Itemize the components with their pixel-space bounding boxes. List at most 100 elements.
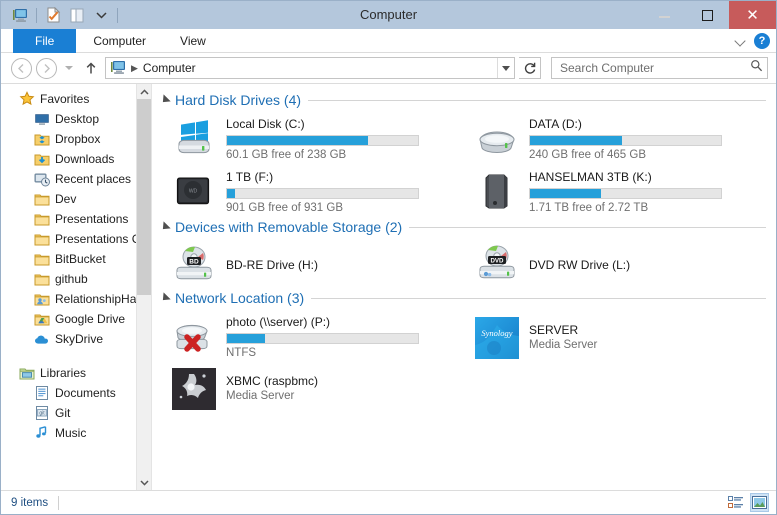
search-input[interactable]: Search Computer: [560, 61, 750, 75]
sidebar-item-dropbox[interactable]: Dropbox: [1, 129, 151, 149]
breadcrumb-history-chevron-icon[interactable]: [497, 58, 514, 78]
drive-name: XBMC (raspbmc): [226, 374, 319, 388]
synology-logo-icon: Synology: [473, 316, 521, 360]
sidebar-item-downloads[interactable]: Downloads: [1, 149, 151, 169]
group-items: Local Disk (C:) 60.1 GB free of 238 GB DAT…: [160, 113, 766, 219]
explorer-window: Computer ✕ File Computer View ? ▶ Comput…: [0, 0, 777, 515]
qat-separator-2: [117, 7, 118, 23]
shared-folder-icon: [34, 291, 50, 307]
status-separator: [58, 495, 60, 510]
computer-icon[interactable]: [8, 4, 32, 26]
navigation-scrollbar[interactable]: [136, 84, 151, 490]
drive-tile[interactable]: Synology SERVER Media Server: [463, 311, 766, 364]
svg-text:WD: WD: [189, 189, 198, 195]
sidebar-item-presentations-cu[interactable]: Presentations CU: [1, 229, 151, 249]
collapse-triangle-icon[interactable]: [159, 292, 171, 304]
drive-name: 1 TB (F:): [226, 170, 274, 184]
drive-tile[interactable]: XBMC (raspbmc) Media Server: [160, 364, 463, 414]
folder-icon: [34, 211, 50, 227]
refresh-button[interactable]: [519, 57, 541, 79]
capacity-bar-fill: [530, 189, 601, 198]
large-icons-view-button[interactable]: [750, 493, 769, 512]
properties-icon[interactable]: [41, 4, 65, 26]
sidebar-item-music[interactable]: Music: [1, 423, 151, 443]
drive-tile[interactable]: HANSELMAN 3TB (K:) 1.71 TB free of 2.72 T…: [463, 166, 766, 219]
folder-icon: [34, 271, 50, 287]
drive-info: HANSELMAN 3TB (K:) 1.71 TB free of 2.72 T…: [529, 169, 766, 216]
group-header[interactable]: Devices with Removable Storage (2): [159, 219, 766, 235]
sidebar-item-github[interactable]: github: [1, 269, 151, 289]
collapse-triangle-icon[interactable]: [159, 221, 171, 233]
details-view-button[interactable]: [727, 494, 744, 511]
maximize-button[interactable]: [686, 1, 729, 29]
drive-info: photo (\\server) (P:) NTFS: [226, 314, 463, 361]
breadcrumb-separator[interactable]: ▶: [131, 63, 138, 74]
tab-file[interactable]: File: [13, 29, 77, 53]
xbmc-logo-icon: [170, 367, 218, 411]
drive-tile[interactable]: Local Disk (C:) 60.1 GB free of 238 GB: [160, 113, 463, 166]
capacity-bar-fill: [227, 136, 369, 145]
external-drive-tall-icon: [473, 169, 521, 213]
customize-dropdown-icon[interactable]: [89, 4, 113, 26]
sidebar-item-bitbucket[interactable]: BitBucket: [1, 249, 151, 269]
sidebar-item-dev[interactable]: Dev: [1, 189, 151, 209]
tab-computer[interactable]: Computer: [76, 29, 163, 53]
group-header[interactable]: Hard Disk Drives (4): [159, 92, 766, 108]
sidebar-item-recent-places[interactable]: Recent places: [1, 169, 151, 189]
sidebar-item-favorites[interactable]: Favorites: [1, 89, 151, 109]
sidebar-item-google-drive[interactable]: Google Drive: [1, 309, 151, 329]
window-body: Favorites Desktop Dropbox Downloads Recent p…: [1, 83, 776, 490]
panel-icon[interactable]: [65, 4, 89, 26]
drive-info: DVD RW Drive (L:): [529, 258, 766, 273]
sidebar-item-skydrive[interactable]: SkyDrive: [1, 329, 151, 349]
chevron-down-icon[interactable]: [735, 36, 746, 47]
scrollbar-thumb[interactable]: [136, 99, 151, 295]
help-icon[interactable]: ?: [754, 33, 770, 49]
windows-drive-icon: [170, 116, 218, 160]
title-bar: Computer ✕: [1, 1, 776, 29]
sidebar-item-libraries[interactable]: Libraries: [1, 363, 151, 383]
drive-name: SERVER: [529, 322, 579, 337]
back-button[interactable]: [11, 57, 32, 79]
capacity-bar: [529, 135, 722, 146]
capacity-bar-fill: [227, 334, 266, 343]
sidebar-item-git[interactable]: git Git: [1, 403, 151, 423]
sidebar-item-desktop[interactable]: Desktop: [1, 109, 151, 129]
drive-tile[interactable]: photo (\\server) (P:) NTFS: [160, 311, 463, 364]
sidebar-item-relationshiphack[interactable]: RelationshipHack: [1, 289, 151, 309]
scroll-up-button[interactable]: [137, 84, 152, 99]
sidebar-item-label: BitBucket: [55, 252, 106, 266]
sidebar-item-label: Google Drive: [55, 312, 126, 326]
sidebar-item-presentations[interactable]: Presentations: [1, 209, 151, 229]
address-bar: ▶ Computer Search Computer: [1, 53, 776, 83]
close-button[interactable]: ✕: [729, 1, 776, 29]
breadcrumb[interactable]: ▶ Computer: [105, 57, 515, 79]
search-box[interactable]: Search Computer: [551, 57, 768, 79]
recent-locations-dropdown[interactable]: [61, 58, 77, 78]
drive-subtext: 1.71 TB free of 2.72 TB: [529, 202, 649, 214]
minimize-button[interactable]: [643, 1, 686, 29]
tab-view[interactable]: View: [163, 29, 223, 53]
drive-tile[interactable]: WD 1 TB (F:) 901 GB free of 931 GB: [160, 166, 463, 219]
drive-info: BD-RE Drive (H:): [226, 258, 463, 273]
documents-library-icon: [34, 385, 50, 401]
sidebar-item-documents[interactable]: Documents: [1, 383, 151, 403]
drive-tile[interactable]: BD BD-RE Drive (H:): [160, 240, 463, 290]
sidebar-item-label: Dropbox: [55, 132, 101, 146]
search-icon[interactable]: [750, 59, 763, 77]
forward-button[interactable]: [36, 57, 57, 79]
git-library-icon: git: [34, 405, 50, 421]
sidebar-item-label: Git: [55, 406, 71, 420]
dropbox-folder-icon: [34, 131, 50, 147]
group-title: Network Location (3): [175, 290, 305, 306]
breadcrumb-text[interactable]: Computer: [143, 61, 196, 75]
collapse-triangle-icon[interactable]: [159, 94, 171, 106]
scroll-down-button[interactable]: [137, 475, 152, 490]
group-divider: [308, 99, 766, 101]
drive-name: photo (\\server) (P:): [226, 315, 331, 329]
up-button[interactable]: [81, 58, 101, 78]
computer-icon: [110, 60, 127, 76]
drive-tile[interactable]: DVD DVD RW Drive (L:): [463, 240, 766, 290]
drive-tile[interactable]: DATA (D:) 240 GB free of 465 GB: [463, 113, 766, 166]
group-header[interactable]: Network Location (3): [159, 290, 766, 306]
